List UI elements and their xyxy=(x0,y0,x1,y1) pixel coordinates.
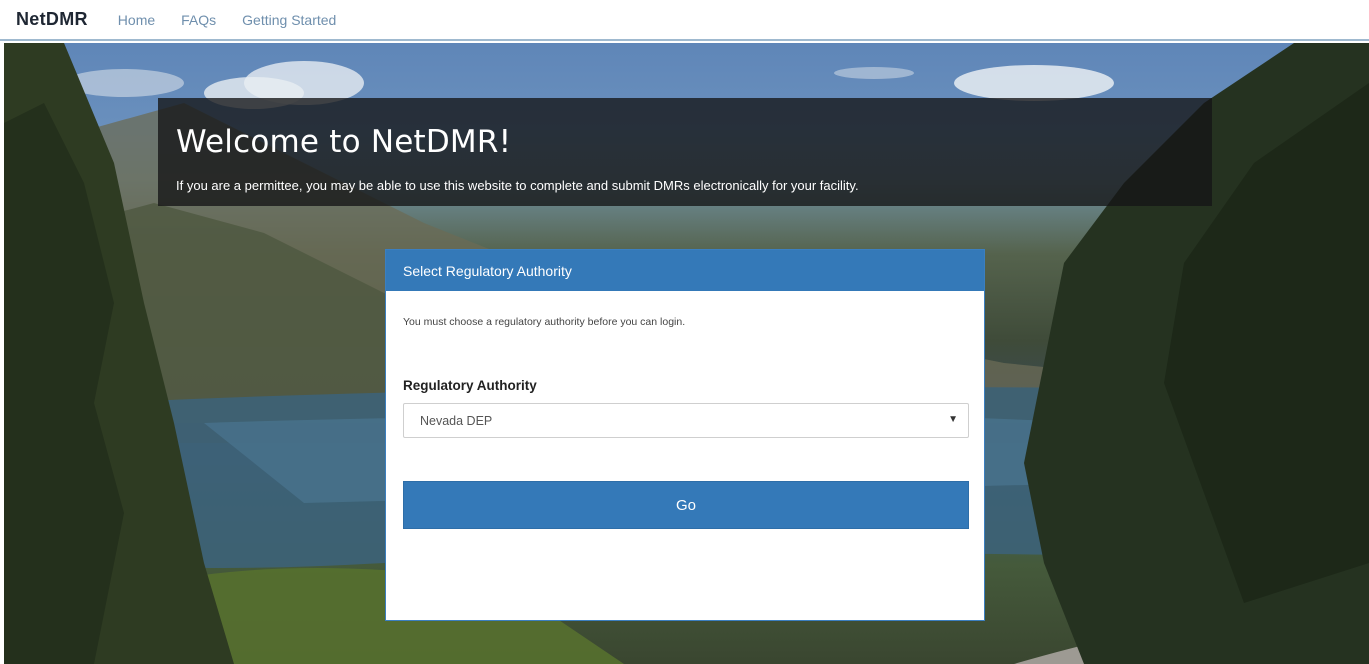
regulatory-authority-label: Regulatory Authority xyxy=(403,378,537,393)
go-button[interactable]: Go xyxy=(403,481,969,529)
top-navbar: NetDMR Home FAQs Getting Started xyxy=(0,0,1369,41)
nav-link-getting-started[interactable]: Getting Started xyxy=(242,12,336,28)
nav-link-faqs[interactable]: FAQs xyxy=(181,12,216,28)
caret-down-icon: ▼ xyxy=(948,414,958,425)
brand-logo[interactable]: NetDMR xyxy=(16,9,88,30)
regulatory-authority-panel: Select Regulatory Authority You must cho… xyxy=(385,249,985,621)
panel-heading: Select Regulatory Authority xyxy=(386,250,984,291)
welcome-subtitle: If you are a permittee, you may be able … xyxy=(176,178,859,193)
select-value: Nevada DEP xyxy=(420,413,493,428)
welcome-banner: Welcome to NetDMR! If you are a permitte… xyxy=(158,98,1212,206)
regulatory-authority-select[interactable]: Nevada DEP ▼ xyxy=(403,403,969,438)
welcome-title: Welcome to NetDMR! xyxy=(176,124,512,160)
nav-link-home[interactable]: Home xyxy=(118,12,155,28)
panel-note: You must choose a regulatory authority b… xyxy=(403,316,686,328)
